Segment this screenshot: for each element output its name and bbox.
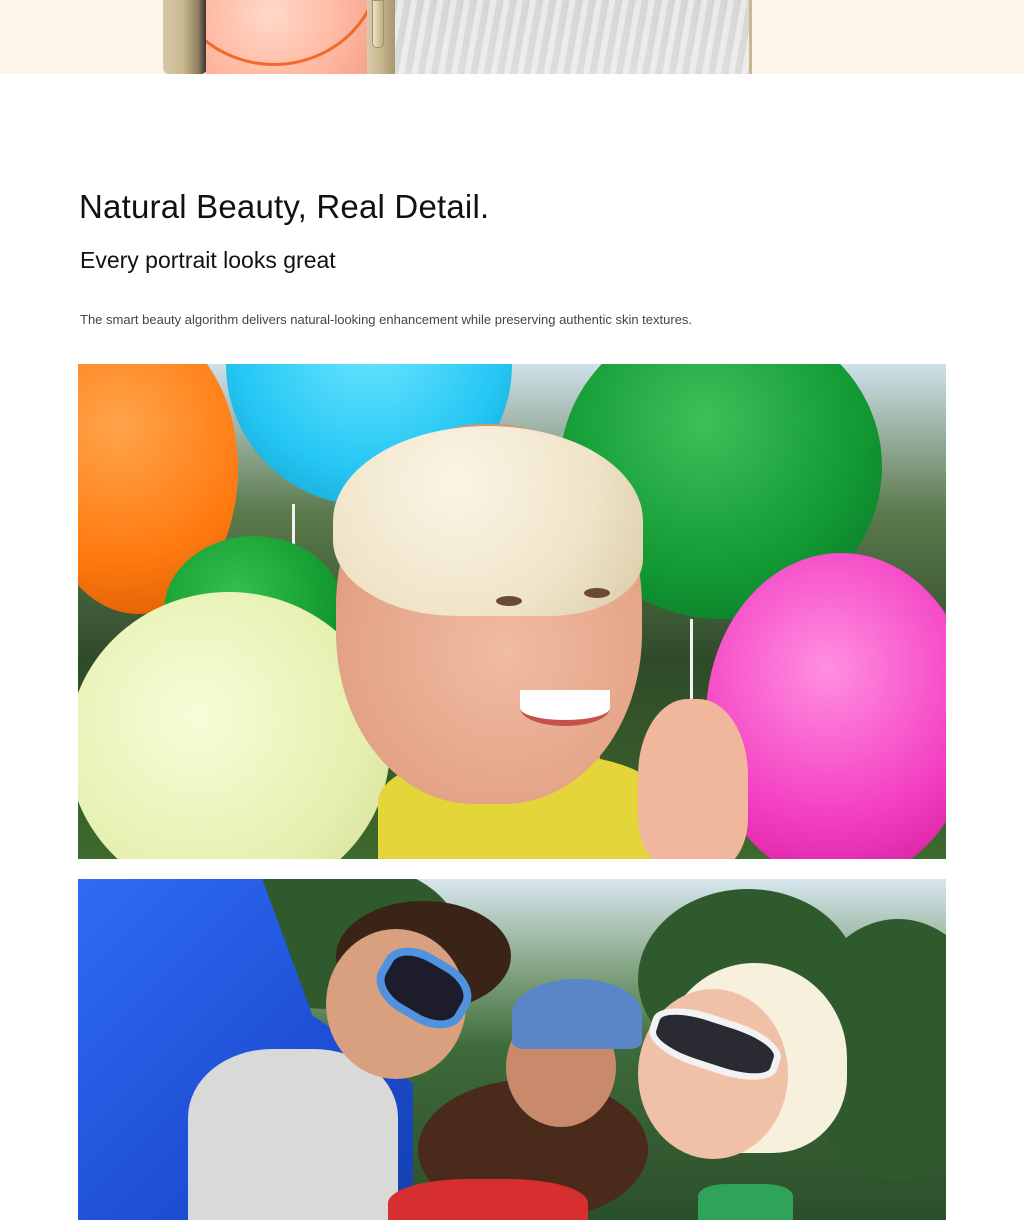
section-headline: Natural Beauty, Real Detail. [79, 188, 490, 225]
product-banner-image [0, 0, 1024, 74]
group-selfie-photo [78, 879, 946, 1220]
phone-frame-left [163, 0, 207, 74]
section-subheadline: Every portrait looks great [80, 247, 336, 273]
portrait-balloons-photo [78, 364, 946, 859]
phone-side-button [372, 0, 384, 48]
eye-left [496, 596, 522, 606]
hand [638, 699, 748, 859]
blue-cap [512, 979, 642, 1049]
camera-ring-graphic [206, 0, 368, 66]
smile [520, 690, 610, 726]
phone-screen-right [395, 0, 750, 74]
red-top [388, 1179, 588, 1220]
grey-tshirt [188, 1049, 398, 1220]
section-description: The smart beauty algorithm delivers natu… [80, 312, 693, 327]
green-top [698, 1184, 793, 1220]
phone-frame-edge [749, 0, 752, 74]
phone-screen-left [206, 0, 368, 74]
eye-right [584, 588, 610, 598]
